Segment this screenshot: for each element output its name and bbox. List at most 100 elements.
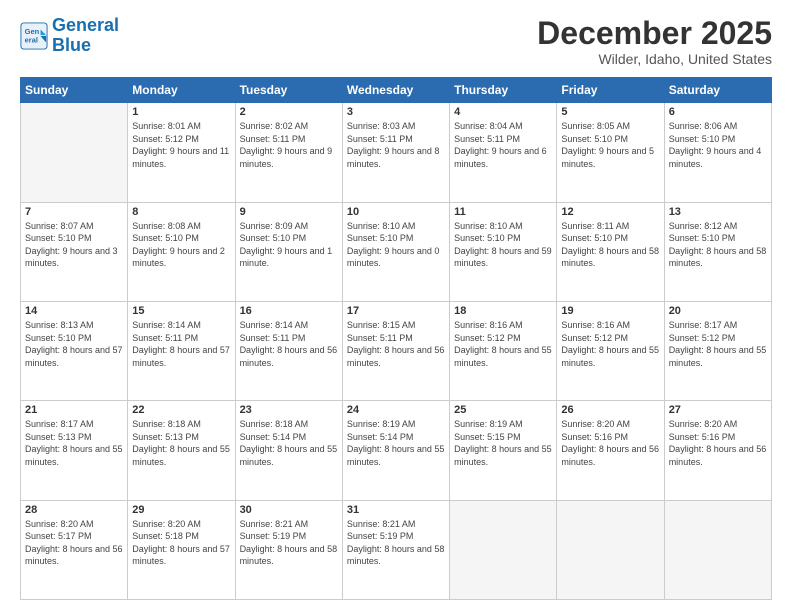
day-info: Sunrise: 8:11 AMSunset: 5:10 PMDaylight:… (561, 220, 659, 270)
header-monday: Monday (128, 78, 235, 103)
calendar-day: 9 Sunrise: 8:09 AMSunset: 5:10 PMDayligh… (235, 202, 342, 301)
day-info: Sunrise: 8:09 AMSunset: 5:10 PMDaylight:… (240, 220, 338, 270)
day-info: Sunrise: 8:17 AMSunset: 5:13 PMDaylight:… (25, 418, 123, 468)
calendar-day: 2 Sunrise: 8:02 AMSunset: 5:11 PMDayligh… (235, 103, 342, 202)
day-info: Sunrise: 8:12 AMSunset: 5:10 PMDaylight:… (669, 220, 767, 270)
calendar-day: 22 Sunrise: 8:18 AMSunset: 5:13 PMDaylig… (128, 401, 235, 500)
header-thursday: Thursday (450, 78, 557, 103)
day-number: 2 (240, 106, 338, 118)
calendar-day (21, 103, 128, 202)
weekday-header-row: Sunday Monday Tuesday Wednesday Thursday… (21, 78, 772, 103)
day-number: 28 (25, 504, 123, 516)
day-number: 14 (25, 305, 123, 317)
title-block: December 2025 Wilder, Idaho, United Stat… (537, 16, 772, 67)
location: Wilder, Idaho, United States (537, 51, 772, 67)
calendar-day: 10 Sunrise: 8:10 AMSunset: 5:10 PMDaylig… (342, 202, 449, 301)
calendar-day: 26 Sunrise: 8:20 AMSunset: 5:16 PMDaylig… (557, 401, 664, 500)
day-number: 16 (240, 305, 338, 317)
day-info: Sunrise: 8:15 AMSunset: 5:11 PMDaylight:… (347, 319, 445, 369)
calendar-day (450, 500, 557, 599)
calendar-day (557, 500, 664, 599)
calendar-day: 11 Sunrise: 8:10 AMSunset: 5:10 PMDaylig… (450, 202, 557, 301)
calendar-day: 24 Sunrise: 8:19 AMSunset: 5:14 PMDaylig… (342, 401, 449, 500)
day-number: 4 (454, 106, 552, 118)
day-number: 25 (454, 404, 552, 416)
calendar-day: 8 Sunrise: 8:08 AMSunset: 5:10 PMDayligh… (128, 202, 235, 301)
calendar-day: 1 Sunrise: 8:01 AMSunset: 5:12 PMDayligh… (128, 103, 235, 202)
calendar-day: 23 Sunrise: 8:18 AMSunset: 5:14 PMDaylig… (235, 401, 342, 500)
header-sunday: Sunday (21, 78, 128, 103)
day-number: 24 (347, 404, 445, 416)
day-info: Sunrise: 8:03 AMSunset: 5:11 PMDaylight:… (347, 120, 445, 170)
day-number: 8 (132, 206, 230, 218)
day-number: 20 (669, 305, 767, 317)
day-info: Sunrise: 8:19 AMSunset: 5:14 PMDaylight:… (347, 418, 445, 468)
svg-text:eral: eral (25, 35, 38, 44)
calendar-day: 21 Sunrise: 8:17 AMSunset: 5:13 PMDaylig… (21, 401, 128, 500)
calendar-day: 4 Sunrise: 8:04 AMSunset: 5:11 PMDayligh… (450, 103, 557, 202)
day-number: 3 (347, 106, 445, 118)
day-info: Sunrise: 8:02 AMSunset: 5:11 PMDaylight:… (240, 120, 338, 170)
day-number: 13 (669, 206, 767, 218)
calendar-day: 6 Sunrise: 8:06 AMSunset: 5:10 PMDayligh… (664, 103, 771, 202)
header-wednesday: Wednesday (342, 78, 449, 103)
calendar-day: 14 Sunrise: 8:13 AMSunset: 5:10 PMDaylig… (21, 301, 128, 400)
calendar-day: 30 Sunrise: 8:21 AMSunset: 5:19 PMDaylig… (235, 500, 342, 599)
day-info: Sunrise: 8:18 AMSunset: 5:14 PMDaylight:… (240, 418, 338, 468)
day-number: 18 (454, 305, 552, 317)
week-row-5: 28 Sunrise: 8:20 AMSunset: 5:17 PMDaylig… (21, 500, 772, 599)
day-info: Sunrise: 8:14 AMSunset: 5:11 PMDaylight:… (240, 319, 338, 369)
calendar-day: 16 Sunrise: 8:14 AMSunset: 5:11 PMDaylig… (235, 301, 342, 400)
logo-text: GeneralBlue (52, 16, 119, 56)
day-info: Sunrise: 8:07 AMSunset: 5:10 PMDaylight:… (25, 220, 123, 270)
day-number: 21 (25, 404, 123, 416)
day-number: 26 (561, 404, 659, 416)
calendar-day: 20 Sunrise: 8:17 AMSunset: 5:12 PMDaylig… (664, 301, 771, 400)
day-number: 17 (347, 305, 445, 317)
day-number: 7 (25, 206, 123, 218)
calendar-day (664, 500, 771, 599)
day-info: Sunrise: 8:14 AMSunset: 5:11 PMDaylight:… (132, 319, 230, 369)
day-info: Sunrise: 8:05 AMSunset: 5:10 PMDaylight:… (561, 120, 659, 170)
day-number: 11 (454, 206, 552, 218)
calendar-day: 27 Sunrise: 8:20 AMSunset: 5:16 PMDaylig… (664, 401, 771, 500)
day-info: Sunrise: 8:06 AMSunset: 5:10 PMDaylight:… (669, 120, 767, 170)
day-number: 10 (347, 206, 445, 218)
day-number: 6 (669, 106, 767, 118)
day-info: Sunrise: 8:21 AMSunset: 5:19 PMDaylight:… (240, 518, 338, 568)
logo: Gen eral GeneralBlue (20, 16, 119, 56)
calendar-day: 17 Sunrise: 8:15 AMSunset: 5:11 PMDaylig… (342, 301, 449, 400)
day-info: Sunrise: 8:20 AMSunset: 5:17 PMDaylight:… (25, 518, 123, 568)
day-number: 12 (561, 206, 659, 218)
day-info: Sunrise: 8:20 AMSunset: 5:18 PMDaylight:… (132, 518, 230, 568)
day-number: 27 (669, 404, 767, 416)
header: Gen eral GeneralBlue December 2025 Wilde… (20, 16, 772, 67)
calendar-day: 12 Sunrise: 8:11 AMSunset: 5:10 PMDaylig… (557, 202, 664, 301)
week-row-3: 14 Sunrise: 8:13 AMSunset: 5:10 PMDaylig… (21, 301, 772, 400)
day-info: Sunrise: 8:20 AMSunset: 5:16 PMDaylight:… (561, 418, 659, 468)
day-info: Sunrise: 8:13 AMSunset: 5:10 PMDaylight:… (25, 319, 123, 369)
day-number: 29 (132, 504, 230, 516)
day-number: 15 (132, 305, 230, 317)
calendar-day: 29 Sunrise: 8:20 AMSunset: 5:18 PMDaylig… (128, 500, 235, 599)
calendar-day: 18 Sunrise: 8:16 AMSunset: 5:12 PMDaylig… (450, 301, 557, 400)
calendar-table: Sunday Monday Tuesday Wednesday Thursday… (20, 77, 772, 600)
logo-icon: Gen eral (20, 22, 48, 50)
day-number: 5 (561, 106, 659, 118)
day-number: 23 (240, 404, 338, 416)
day-number: 1 (132, 106, 230, 118)
calendar-day: 5 Sunrise: 8:05 AMSunset: 5:10 PMDayligh… (557, 103, 664, 202)
day-info: Sunrise: 8:20 AMSunset: 5:16 PMDaylight:… (669, 418, 767, 468)
day-number: 19 (561, 305, 659, 317)
day-info: Sunrise: 8:18 AMSunset: 5:13 PMDaylight:… (132, 418, 230, 468)
calendar-day: 25 Sunrise: 8:19 AMSunset: 5:15 PMDaylig… (450, 401, 557, 500)
calendar-day: 31 Sunrise: 8:21 AMSunset: 5:19 PMDaylig… (342, 500, 449, 599)
day-number: 9 (240, 206, 338, 218)
day-info: Sunrise: 8:01 AMSunset: 5:12 PMDaylight:… (132, 120, 230, 170)
day-info: Sunrise: 8:17 AMSunset: 5:12 PMDaylight:… (669, 319, 767, 369)
header-saturday: Saturday (664, 78, 771, 103)
week-row-4: 21 Sunrise: 8:17 AMSunset: 5:13 PMDaylig… (21, 401, 772, 500)
day-info: Sunrise: 8:04 AMSunset: 5:11 PMDaylight:… (454, 120, 552, 170)
calendar-day: 28 Sunrise: 8:20 AMSunset: 5:17 PMDaylig… (21, 500, 128, 599)
day-number: 31 (347, 504, 445, 516)
